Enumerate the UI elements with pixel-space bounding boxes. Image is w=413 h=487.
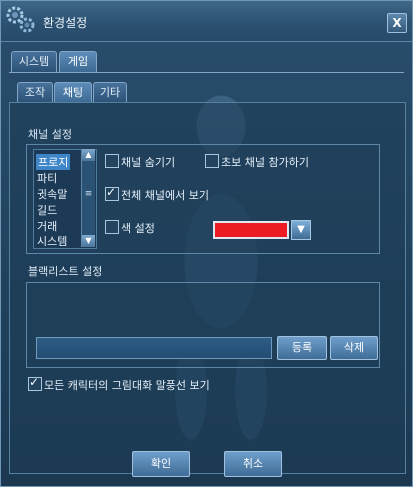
blacklist-heading: 블랙리스트 설정 bbox=[28, 265, 103, 278]
ok-button[interactable]: 확인 bbox=[132, 451, 190, 477]
tab-controls[interactable]: 조작 bbox=[17, 82, 53, 103]
window-title: 환경설정 bbox=[43, 16, 88, 30]
tab-game[interactable]: 게임 bbox=[59, 51, 97, 72]
delete-button[interactable]: 삭제 bbox=[330, 336, 378, 360]
scroll-up-icon[interactable]: ▲ bbox=[82, 149, 95, 161]
channel-item[interactable]: 거래 bbox=[37, 218, 57, 234]
show-bubbles-checkbox[interactable] bbox=[28, 375, 42, 391]
close-button[interactable]: X bbox=[387, 13, 407, 33]
cancel-button[interactable]: 취소 bbox=[224, 451, 282, 477]
tab-chat[interactable]: 채팅 bbox=[54, 82, 92, 103]
view-all-channels-checkbox[interactable] bbox=[105, 185, 119, 201]
title-bar[interactable]: 환경설정 X bbox=[1, 1, 412, 42]
join-beginner-channel-checkbox[interactable] bbox=[205, 154, 219, 168]
settings-window: 환경설정 X 시스템 게임 조작 채팅 기타 채널 설정 프로지 파티 귓속말 … bbox=[0, 0, 413, 487]
view-all-channels-label: 전체 채널에서 보기 bbox=[121, 189, 209, 202]
channel-item[interactable]: 프로지 bbox=[36, 154, 71, 170]
tab-system[interactable]: 시스템 bbox=[11, 51, 57, 72]
color-setting-checkbox[interactable] bbox=[105, 220, 119, 234]
hide-channel-label: 채널 숨기기 bbox=[121, 156, 176, 169]
chevron-down-icon[interactable]: ▼ bbox=[291, 220, 311, 240]
join-beginner-channel-label: 초보 채널 참가하기 bbox=[221, 156, 309, 169]
hide-channel-checkbox[interactable] bbox=[105, 154, 119, 168]
color-swatch[interactable] bbox=[213, 221, 289, 239]
show-bubbles-label: 모든 캐릭터의 그림대화 말풍선 보기 bbox=[44, 379, 210, 392]
gear-icon bbox=[6, 6, 35, 33]
tab-etc[interactable]: 기타 bbox=[93, 82, 127, 103]
blacklist-name-input[interactable] bbox=[36, 337, 272, 359]
register-button[interactable]: 등록 bbox=[277, 336, 327, 360]
scroll-thumb[interactable]: ≡ bbox=[83, 187, 94, 201]
channel-list-scrollbar[interactable]: ▲ ≡ ▼ bbox=[81, 149, 95, 247]
scroll-down-icon[interactable]: ▼ bbox=[82, 235, 95, 247]
channel-item[interactable]: 길드 bbox=[37, 202, 57, 218]
channel-item[interactable]: 귓속말 bbox=[37, 186, 67, 202]
channel-item[interactable]: 파티 bbox=[37, 170, 57, 186]
color-setting-label: 색 설정 bbox=[121, 222, 155, 235]
channel-item[interactable]: 시스템 bbox=[37, 233, 67, 249]
channel-settings-heading: 채널 설정 bbox=[28, 128, 72, 141]
tab-divider bbox=[9, 72, 404, 73]
